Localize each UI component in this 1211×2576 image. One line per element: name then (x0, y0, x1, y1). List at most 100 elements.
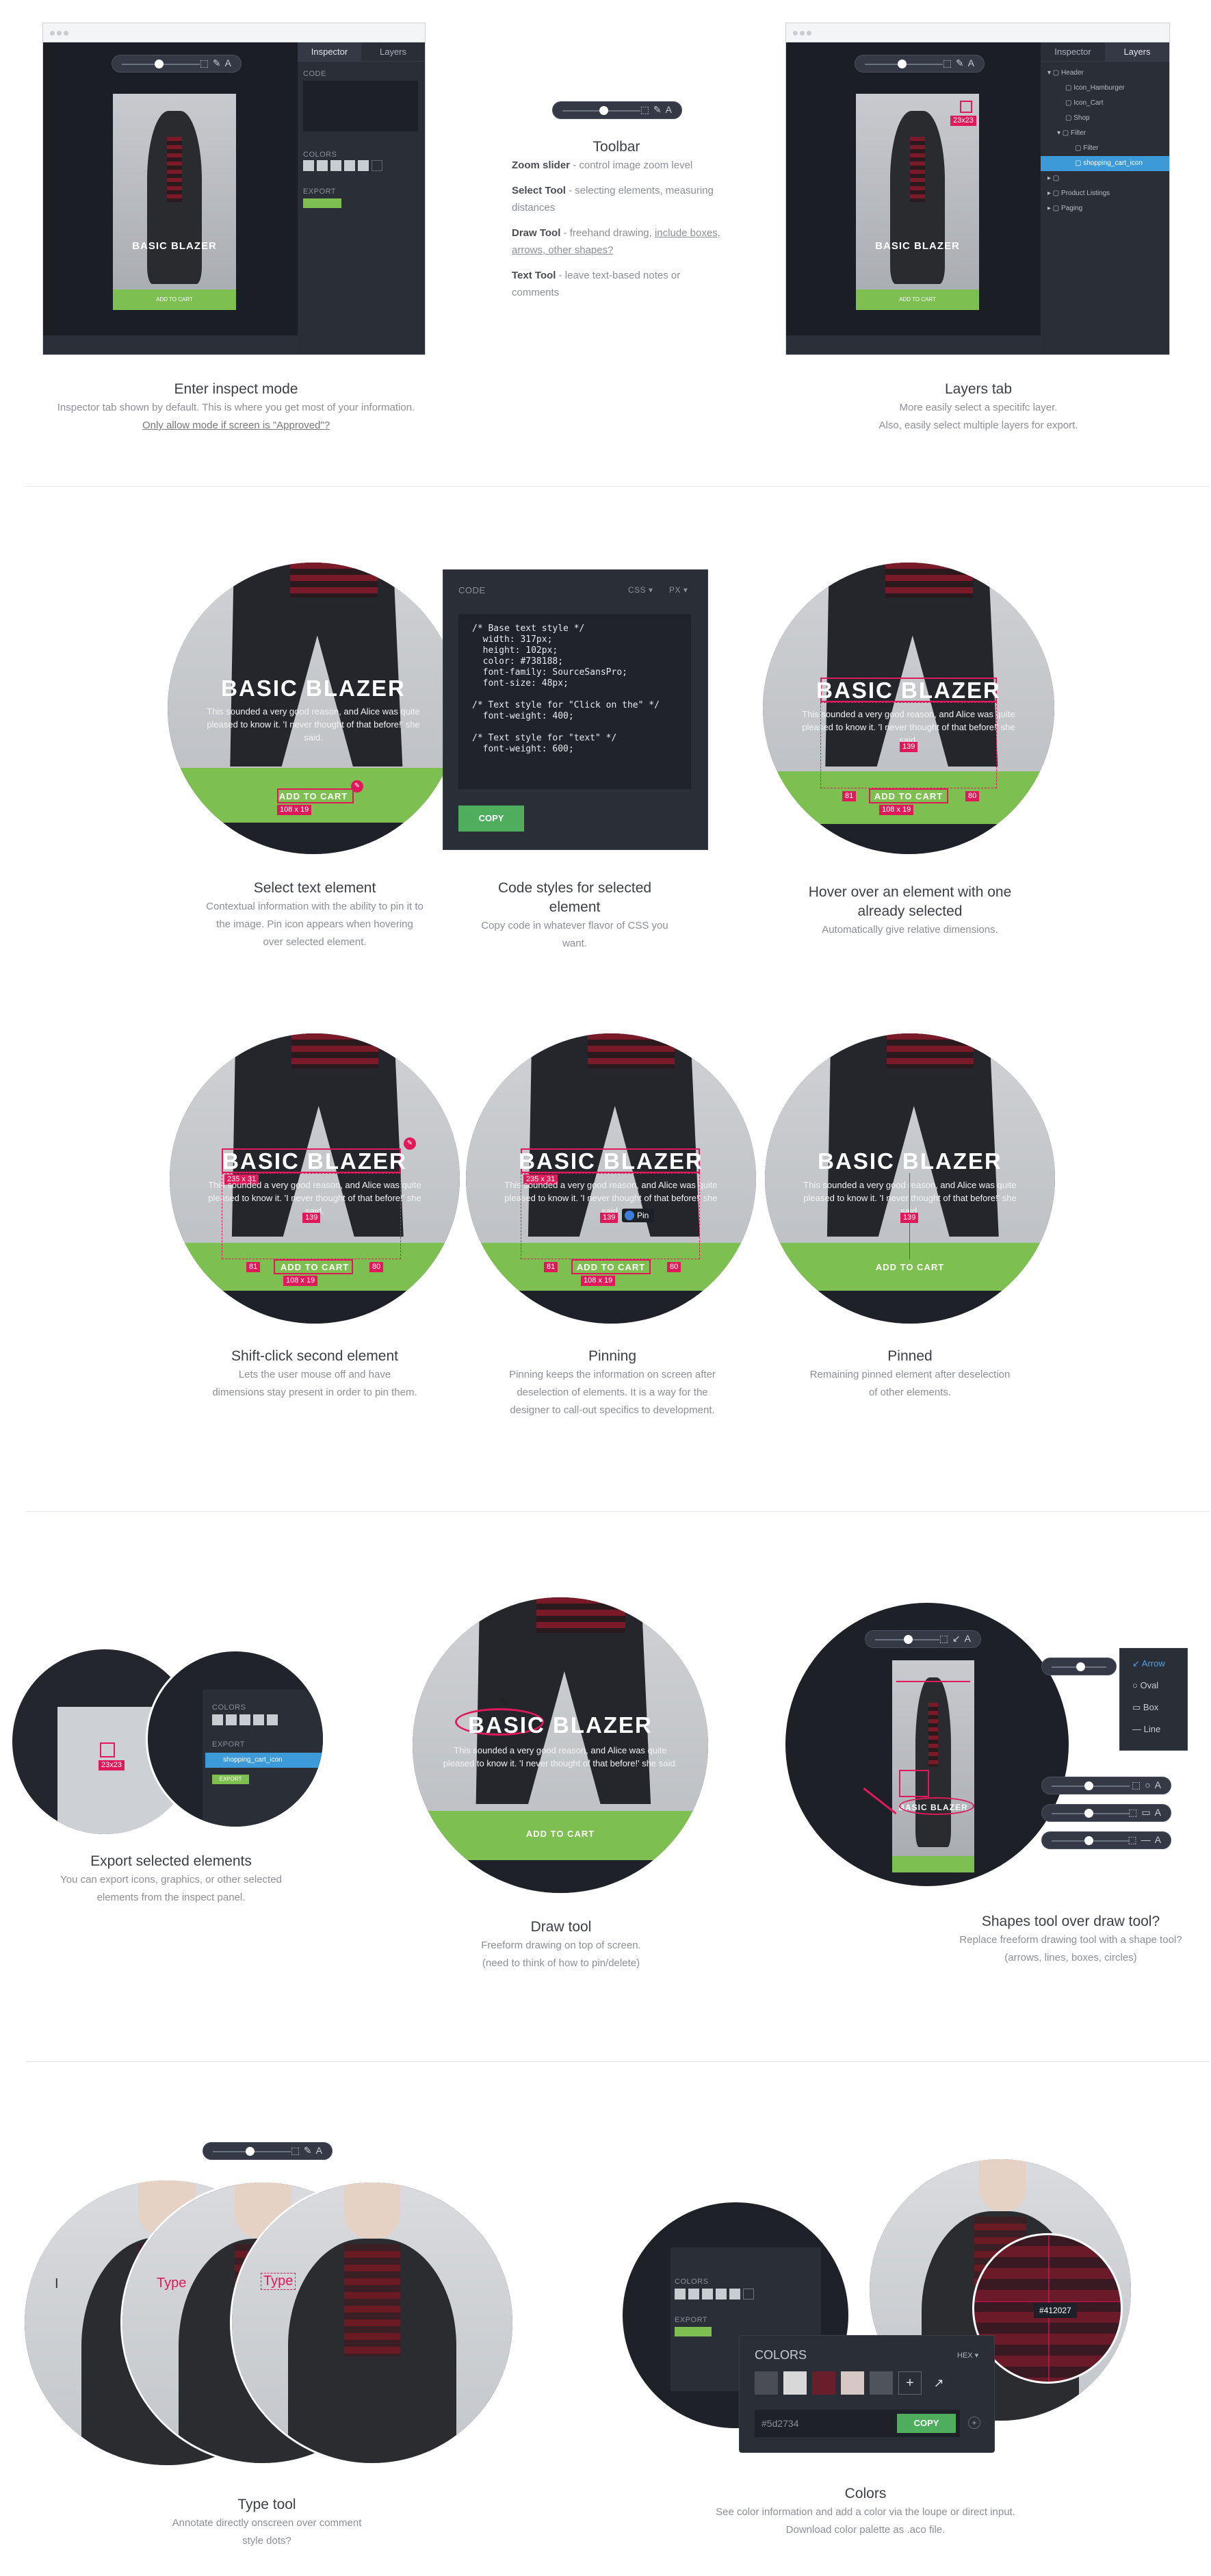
cta-text[interactable]: ADD TO CART (765, 1262, 1055, 1272)
caption-shapes: Shapes tool over draw tool? Replace free… (944, 1912, 1197, 1967)
toolbar-title: Toolbar (593, 139, 640, 155)
toolbar[interactable]: ⬚↙A (865, 1630, 981, 1648)
swatch[interactable] (870, 2371, 893, 2395)
layer-item[interactable]: ▢ Icon_Cart (1041, 96, 1169, 111)
code-panel: CODE CSS ▾ PX ▾ /* Base text style */ wi… (443, 569, 708, 850)
tool-icons[interactable]: ⬚✎A (291, 2145, 326, 2156)
caption-type: Type tool Annotate directly onscreen ove… (171, 2495, 363, 2550)
unit-dropdown[interactable]: PX ▾ (669, 585, 688, 595)
format-dropdown[interactable]: HEX ▾ (957, 2351, 978, 2360)
layer-item[interactable]: ▸ ▢ (1041, 171, 1169, 186)
tab-inspector[interactable]: Inspector (298, 42, 361, 61)
tool-icons[interactable]: ⬚✎A (640, 104, 676, 116)
layer-item[interactable]: ▸ ▢ Product Listings (1041, 186, 1169, 201)
shape-option-box[interactable]: ▭ Box (1120, 1697, 1187, 1718)
zoom-slider-knob[interactable] (898, 60, 907, 68)
pin-icon[interactable]: ✎ (404, 1137, 416, 1150)
toolbar-text: Toolbar Zoom slider - control image zoom… (512, 138, 721, 301)
zoom-slider-knob[interactable] (155, 60, 164, 68)
cta-text[interactable]: ADD TO CART (466, 1262, 756, 1272)
type-annotation[interactable]: Type (157, 2276, 186, 2291)
zoom-slider-knob[interactable] (246, 2147, 255, 2156)
toolbar[interactable]: ⬚✎A (112, 55, 242, 73)
caption-title: Shift-click second element (231, 1348, 398, 1364)
canvas: ⬚✎A 23x23 BASIC BLAZER ADD TO CART (786, 42, 1041, 335)
window-chrome (43, 23, 425, 42)
options-icon[interactable]: + (968, 2417, 980, 2429)
phone-title: BASIC BLAZER (132, 240, 217, 252)
caption-desc: You can export icons, graphics, or other… (60, 1874, 282, 1903)
code-block[interactable]: /* Base text style */ width: 317px; heig… (458, 614, 691, 789)
pin-tooltip[interactable]: Pin (622, 1209, 655, 1222)
approved-link[interactable]: Only allow mode if screen is "Approved"? (27, 417, 445, 435)
shape-option-oval[interactable]: ○ Oval (1120, 1675, 1187, 1697)
hero-title[interactable]: BASIC BLAZER (413, 1712, 708, 1738)
layer-item[interactable]: ▸ ▢ Paging (1041, 201, 1169, 216)
share-icon[interactable]: ↗ (927, 2371, 950, 2395)
distance-left: 81 (842, 791, 857, 801)
cta-text[interactable]: ADD TO CART (413, 1829, 708, 1839)
hero-title[interactable]: BASIC BLAZER (763, 678, 1054, 704)
tool-icons[interactable]: ⬚↙A (939, 1633, 975, 1645)
layer-item-selected[interactable]: ▢ shopping_cart_icon (1041, 156, 1169, 171)
type-annotation-selected[interactable]: Type (261, 2273, 296, 2290)
export-button[interactable] (675, 2327, 712, 2336)
layer-item[interactable]: ▾ ▢ Filter (1041, 126, 1169, 141)
panel-swatches[interactable]: + ↗ (755, 2371, 950, 2395)
tool-icons[interactable]: ⬚▭A (1128, 1807, 1165, 1818)
tool-icons[interactable]: ⬚✎A (200, 57, 235, 69)
swatch-selected[interactable] (812, 2371, 835, 2395)
cta-text[interactable]: ADD TO CART (170, 1262, 460, 1272)
layer-item[interactable]: ▾ ▢ Header (1041, 66, 1169, 81)
export-button[interactable]: EXPORT (212, 1775, 249, 1784)
window-chrome (786, 23, 1169, 42)
layer-item[interactable]: ▢ Icon_Hamburger (1041, 81, 1169, 96)
layer-item[interactable]: ▢ Filter (1041, 141, 1169, 156)
toolbar-variant-oval[interactable]: ⬚○A (1041, 1777, 1171, 1794)
swatch[interactable] (755, 2371, 778, 2395)
type-toolbar[interactable]: ⬚✎A (203, 2142, 333, 2160)
toolbar[interactable]: ⬚✎A (855, 55, 985, 73)
shape-option-line[interactable]: — Line (1120, 1718, 1187, 1740)
color-swatches[interactable] (303, 160, 385, 175)
copy-button[interactable]: COPY (458, 806, 524, 832)
swatch[interactable] (783, 2371, 807, 2395)
toolbar-variant-line[interactable]: ⬚—A (1041, 1831, 1171, 1849)
swatch[interactable] (841, 2371, 864, 2395)
hero-title[interactable]: BASIC BLAZER (170, 1148, 460, 1174)
shape-option-arrow[interactable]: ↙ Arrow (1120, 1653, 1187, 1675)
color-swatches[interactable] (675, 2289, 757, 2303)
caption-desc: Automatically give relative dimensions. (822, 924, 998, 936)
tab-layers[interactable]: Layers (361, 42, 425, 61)
css-dropdown[interactable]: CSS ▾ (628, 585, 653, 595)
zoom-slider-knob[interactable] (904, 1635, 913, 1644)
distance-left: 81 (544, 1262, 558, 1272)
tab-inspector[interactable]: Inspector (1041, 42, 1105, 61)
color-swatches[interactable] (212, 1714, 281, 1729)
export-button[interactable] (303, 198, 341, 208)
toolbar-illustration[interactable]: ⬚✎A (552, 101, 682, 119)
hero-title[interactable]: BASIC BLAZER (765, 1148, 1055, 1174)
hero-title[interactable]: BASIC BLAZER (466, 1148, 756, 1174)
distance-right: 80 (369, 1262, 384, 1272)
phone-cta[interactable]: ADD TO CART (113, 289, 236, 310)
hero-title[interactable]: BASIC BLAZER (168, 675, 459, 701)
tab-layers[interactable]: Layers (1105, 42, 1169, 61)
size-tag: 23x23 (950, 116, 976, 126)
tool-icons[interactable]: ⬚○A (1132, 1779, 1165, 1791)
add-color-button[interactable]: + (898, 2371, 922, 2395)
shapes-toolbar[interactable] (1041, 1658, 1117, 1675)
phone-cta[interactable]: ADD TO CART (856, 289, 979, 310)
selected-icon-box (100, 1742, 115, 1757)
copy-button[interactable]: COPY (897, 2414, 956, 2433)
zoom-slider-knob[interactable] (599, 106, 608, 115)
layer-item[interactable]: ▢ Shop (1041, 111, 1169, 126)
selected-layer-row[interactable]: shopping_cart_icon (205, 1753, 323, 1768)
tool-icons[interactable]: ⬚✎A (943, 57, 978, 69)
tool-icons[interactable]: ⬚—A (1128, 1834, 1165, 1846)
pin-icon[interactable]: ✎ (351, 780, 363, 793)
cta-text[interactable]: ADD TO CART (168, 791, 459, 801)
toolbar-variant-box[interactable]: ⬚▭A (1041, 1804, 1171, 1822)
caption-draw: Draw tool Freeform drawing on top of scr… (452, 1918, 670, 1972)
cta-text[interactable]: ADD TO CART (763, 791, 1054, 801)
